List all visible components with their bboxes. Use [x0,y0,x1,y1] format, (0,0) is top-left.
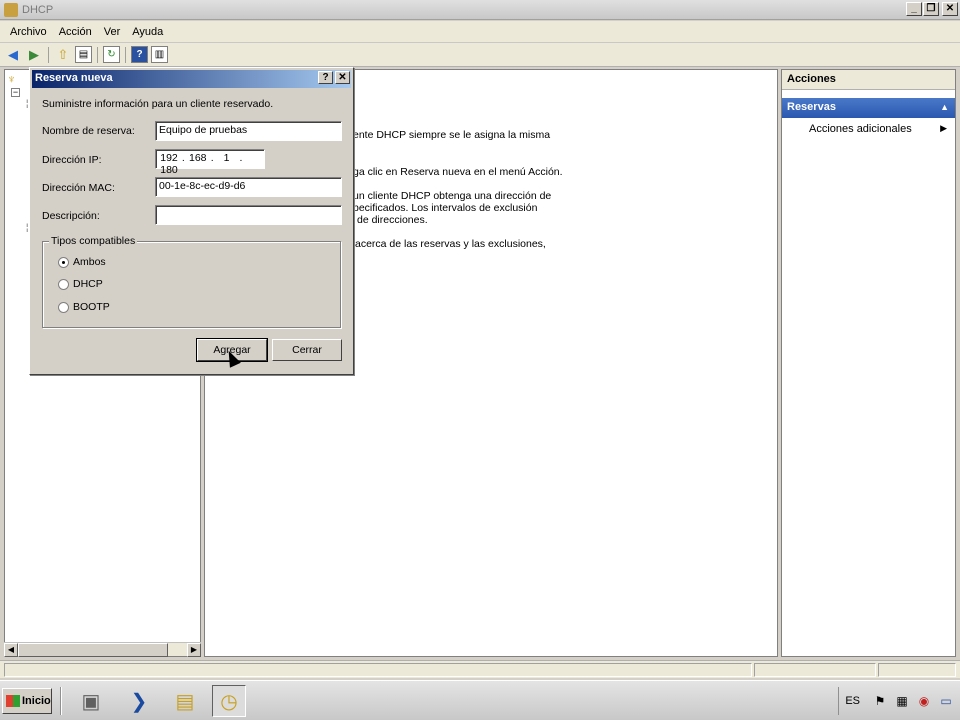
tree-line-icon: ¦ [26,222,29,232]
back-arrow-icon[interactable]: ◀ [4,46,22,64]
dialog-title-buttons: ? ✕ [318,71,350,84]
submenu-arrow-icon: ▶ [940,123,947,133]
collapse-arrow-icon[interactable]: ▲ [940,102,949,112]
dhcp-app-icon [4,2,18,17]
ip-octet-1[interactable]: 192 [159,152,179,164]
reservation-name-field[interactable]: Equipo de pruebas [155,121,342,141]
taskbar-separator [60,687,62,715]
powershell-icon[interactable]: ❯ [122,685,156,717]
reservation-name-label: Nombre de reserva: [42,125,135,137]
actions-pane: Acciones Reservas ▲ Acciones adicionales… [781,69,956,657]
network-icon[interactable]: ▦ [894,693,910,709]
tree-expander-minus[interactable]: − [11,88,20,97]
status-segment [878,663,956,677]
radio-label: BOOTP [73,301,110,313]
mac-address-label: Dirección MAC: [42,182,115,194]
info-text-line: ga clic en Reserva nueva en el menú Acci… [353,166,563,178]
close-button[interactable]: ✕ [942,2,958,16]
dhcp-taskbar-icon[interactable]: ◷ [212,685,246,717]
status-segment [754,663,876,677]
dialog-intro: Suministre información para un cliente r… [42,98,274,110]
description-label: Descripción: [42,210,100,222]
window-title: DHCP [22,3,54,16]
scroll-left-icon[interactable]: ◀ [4,643,18,657]
forward-arrow-icon[interactable]: ▶ [25,46,43,64]
ip-address-field[interactable]: 192 . 168 . 1 . 180 [155,149,265,176]
server-manager-icon[interactable]: ▣ [74,685,108,717]
actions-section-reservas[interactable]: Reservas ▲ [782,98,955,118]
supported-types-legend: Tipos compatibles [49,235,138,247]
ip-octet-4[interactable]: 180 [159,164,179,176]
info-text-line: ente DHCP siempre se le asigna la misma [353,129,551,141]
radio-bootp[interactable]: BOOTP [58,301,110,313]
system-tray: ES ⚑ ▦ ◉ ▭ [838,685,960,717]
close-dialog-button[interactable]: Cerrar [272,339,342,361]
toolbar-separator [48,46,49,63]
toolbar-separator [97,46,98,63]
radio-label: DHCP [73,278,103,290]
dialog-close-button[interactable]: ✕ [335,71,350,84]
scroll-right-icon[interactable]: ▶ [187,643,201,657]
start-button[interactable]: Inicio [2,688,52,714]
ip-dot: . [239,152,243,164]
scroll-thumb[interactable] [18,643,168,657]
show-hide-tree-icon[interactable]: ▤ [75,46,92,63]
up-folder-icon[interactable]: ⇧ [54,46,72,64]
info-text-line: pecificados. Los intervalos de exclusión [353,202,538,214]
actions-section-label: Reservas [787,101,836,113]
menu-ayuda[interactable]: Ayuda [126,26,169,38]
info-text-line: de direcciones. [357,214,428,226]
actions-header: Acciones [782,70,955,90]
menu-accion[interactable]: Acción [53,26,98,38]
menu-bar: Archivo Acción Ver Ayuda [0,21,960,43]
dialog-help-button[interactable]: ? [318,71,333,84]
actions-item-label: Acciones adicionales [809,123,912,135]
radio-label: Ambos [73,256,106,268]
windows-logo-icon [6,695,20,707]
language-indicator[interactable]: ES [838,687,866,715]
minimize-button[interactable]: _ [906,2,922,16]
monitor-icon[interactable]: ▭ [938,693,954,709]
radio-button[interactable] [58,301,69,313]
flag-icon[interactable]: ⚑ [872,693,888,709]
help-icon[interactable]: ? [131,46,148,63]
dialog-title: Reserva nueva [35,72,113,84]
radio-button-checked[interactable] [58,256,69,268]
window-controls: _ ❐ ✕ [906,2,958,16]
start-label: Inicio [22,695,51,707]
tree-line-icon: ¦ [26,98,29,108]
radio-dhcp[interactable]: DHCP [58,278,103,290]
info-text-line: un cliente DHCP obtenga una dirección de [353,190,552,202]
menu-ver[interactable]: Ver [98,26,127,38]
dialog-title-bar: Reserva nueva ? ✕ [32,70,351,88]
show-hide-action-pane-icon[interactable]: ▥ [151,46,168,63]
ip-address-label: Dirección IP: [42,154,102,166]
new-reservation-dialog: Reserva nueva ? ✕ Suministre información… [29,67,354,375]
refresh-icon[interactable]: ↻ [103,46,120,63]
radio-ambos[interactable]: Ambos [58,256,106,268]
menu-archivo[interactable]: Archivo [4,26,53,38]
explorer-folder-icon[interactable]: ▤ [168,685,202,717]
ip-octet-2[interactable]: 168 [188,152,208,164]
ip-octet-3[interactable]: 1 [217,152,237,164]
title-bar: DHCP _ ❐ ✕ [0,0,960,20]
tree-horizontal-scrollbar[interactable]: ◀ ▶ [4,642,201,657]
restore-button[interactable]: ❐ [923,2,939,16]
description-field[interactable] [155,205,342,225]
ip-dot: . [181,152,185,164]
taskbar: Inicio ▣ ❯ ▤ ◷ ES ⚑ ▦ ◉ ▭ [0,680,960,720]
info-text-line: acerca de las reservas y las exclusiones… [355,238,546,250]
status-bar [0,660,960,678]
radio-button[interactable] [58,278,69,290]
ip-dot: . [210,152,214,164]
status-segment [4,663,752,677]
mac-address-field[interactable]: 00-1e-8c-ec-d9-d6 [155,177,342,197]
supported-types-group: Tipos compatibles Ambos DHCP BOOTP [42,235,341,328]
actions-item-more[interactable]: Acciones adicionales ▶ [782,118,955,135]
dhcp-root-icon[interactable]: ♆ [7,72,16,86]
toolbar-separator [125,46,126,63]
toolbar: ◀ ▶ ⇧ ▤ ↻ ? ▥ [0,43,960,67]
volume-icon[interactable]: ◉ [916,693,932,709]
